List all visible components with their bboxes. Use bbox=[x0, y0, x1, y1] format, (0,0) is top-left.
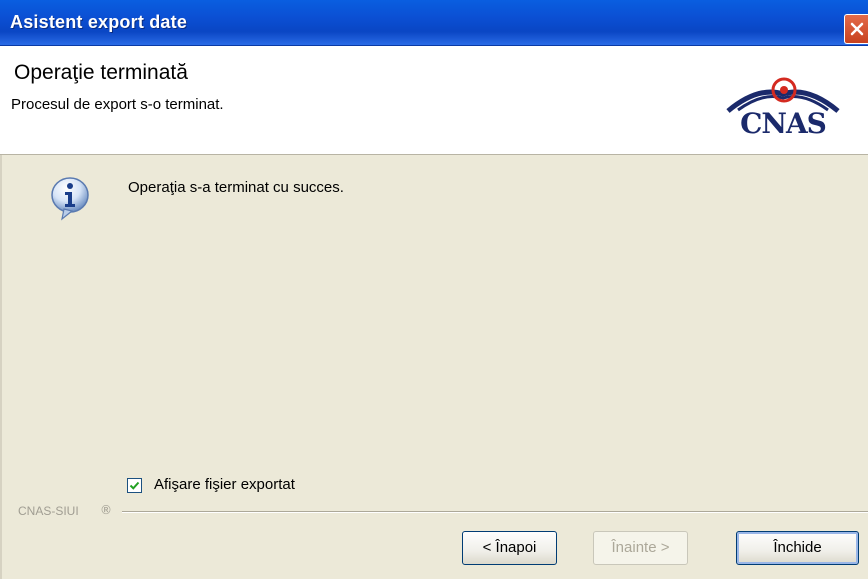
status-message: Operaţia s-a terminat cu succes. bbox=[128, 179, 344, 196]
open-exported-file-label[interactable]: Afişare fişier exportat bbox=[154, 476, 295, 493]
page-subtitle: Procesul de export s-o terminat. bbox=[11, 96, 224, 113]
check-icon bbox=[129, 481, 140, 490]
open-exported-file-checkbox[interactable] bbox=[127, 478, 142, 493]
next-button[interactable]: Înainte > bbox=[593, 531, 688, 565]
window-title: Asistent export date bbox=[10, 12, 188, 32]
left-border bbox=[0, 155, 2, 579]
cnas-logo: CNAS bbox=[718, 66, 848, 146]
close-button[interactable]: Închide bbox=[736, 531, 859, 565]
window-close-button[interactable] bbox=[844, 14, 868, 44]
logo-text: CNAS bbox=[740, 107, 827, 140]
title-bar[interactable]: Asistent export date bbox=[0, 0, 868, 46]
wizard-header: Operaţie terminată Procesul de export s-… bbox=[0, 46, 868, 155]
page-title: Operaţie terminată bbox=[14, 61, 188, 84]
info-icon bbox=[46, 174, 94, 222]
brand-label: CNAS-SIUI bbox=[18, 504, 79, 518]
close-icon bbox=[850, 22, 864, 36]
back-button[interactable]: < Înapoi bbox=[462, 531, 557, 565]
brand-symbol: ® bbox=[100, 503, 112, 517]
footer-separator bbox=[122, 511, 868, 513]
